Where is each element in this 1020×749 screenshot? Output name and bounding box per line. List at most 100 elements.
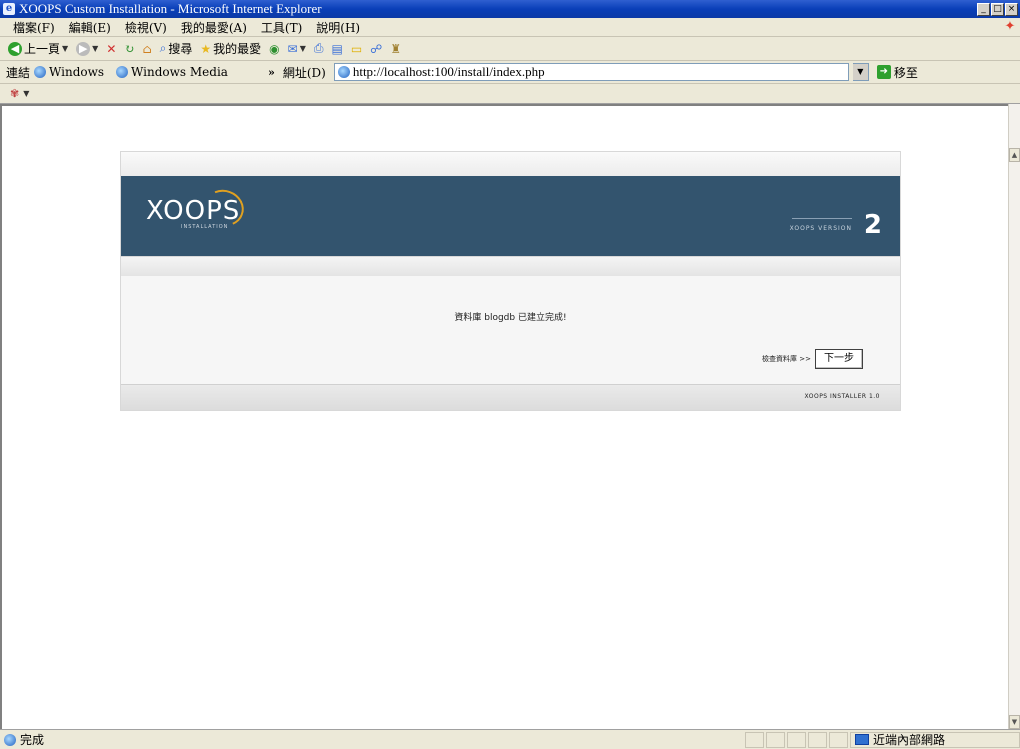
discuss-icon: ▭ [350,41,363,56]
ie-logo-icon: e [3,3,15,15]
print-button[interactable]: ⎙ [312,41,326,56]
maximize-button[interactable]: □ [991,2,1004,16]
done-page-icon [4,733,16,746]
page-viewport: XOOPS INSTALLATION XOOPS VERSION 2 資料庫 b… [0,104,1008,729]
standard-toolbar: ◀ 上一頁 ▼ ▶ ▼ ✕ ↻ ⌂ ⌕ 搜尋 ★ 我的最愛 ◉ ✉ ▼ ⎙ ▤ ▭… [0,37,1020,61]
address-dropdown-icon[interactable]: ▼ [852,63,869,81]
version-label: XOOPS VERSION [789,225,852,232]
close-button[interactable]: × [1005,2,1018,16]
logo-subtitle: INSTALLATION [181,224,229,230]
status-cell [766,731,785,748]
next-button[interactable]: 下一步 [815,349,863,369]
status-cell [745,731,764,748]
refresh-button[interactable]: ↻ [122,42,136,56]
messenger-button[interactable]: ☍ [368,42,384,56]
windows-flag-icon: ✦ [1004,19,1016,34]
plugin-dropdown-icon[interactable]: ▼ [23,89,29,98]
search-icon: ⌕ [159,41,167,55]
status-cell [829,731,848,748]
mail-icon: ✉ [287,41,298,56]
installer-body: 資料庫 blogdb 已建立完成! 檢查資料庫 >> 下一步 [121,276,900,384]
installer-nav-strip [121,256,900,276]
installer-header: XOOPS INSTALLATION XOOPS VERSION 2 [121,176,900,256]
forward-arrow-icon: ▶ [76,41,91,56]
mail-button[interactable]: ✉ ▼ [286,42,308,56]
status-cell [808,731,827,748]
menu-file[interactable]: 檔案(F) [6,19,62,36]
edit-icon: ▤ [331,41,343,56]
ie-page-icon [116,66,129,78]
link-windows-media[interactable]: Windows Media [116,65,228,79]
status-message: 資料庫 blogdb 已建立完成! [454,313,567,323]
links-label: 連結 [6,65,31,80]
forward-dropdown-icon[interactable]: ▼ [92,44,98,53]
intranet-zone-icon [855,734,869,745]
version-line [792,218,852,219]
security-zone-label: 近端內部網路 [873,733,946,747]
search-label: 搜尋 [168,42,193,56]
extra-toolbar: ✾ ▼ [0,84,1020,104]
installer-top-strip [121,152,900,176]
address-label: 網址(D) [282,65,326,80]
address-url: http://localhost:100/install/index.php [352,64,545,79]
installer-version-footer: XOOPS INSTALLER 1.0 [804,393,880,400]
stop-icon: ✕ [106,41,117,56]
home-button[interactable]: ⌂ [140,42,153,56]
address-bar: 連結 Windows Windows Media » 網址(D) http://… [0,61,1020,84]
go-arrow-icon: ➜ [876,65,891,79]
research-icon: ♜ [390,41,402,56]
back-dropdown-icon[interactable]: ▼ [62,44,68,53]
next-step-label: 檢查資料庫 >> [762,355,811,363]
minimize-button[interactable]: _ [977,2,990,16]
mail-dropdown-icon[interactable]: ▼ [300,44,306,53]
link-windows-label: Windows [49,65,105,79]
status-area: 完成 [0,731,743,748]
edit-button[interactable]: ▤ [329,42,344,56]
menu-tools[interactable]: 工具(T) [254,19,309,36]
page-icon [337,66,350,78]
home-icon: ⌂ [142,41,152,56]
search-button[interactable]: ⌕ 搜尋 [158,40,195,57]
media-button[interactable]: ◉ [267,42,281,56]
link-windows[interactable]: Windows [34,65,104,79]
menu-help[interactable]: 說明(H) [309,19,367,36]
menu-favorites[interactable]: 我的最愛(A) [174,19,254,36]
installer-panel: XOOPS INSTALLATION XOOPS VERSION 2 資料庫 b… [121,152,900,410]
menu-bar: 檔案(F) 編輯(E) 檢視(V) 我的最愛(A) 工具(T) 說明(H) ✦ [0,18,1020,37]
address-input[interactable]: http://localhost:100/install/index.php [333,63,849,81]
installer-footer: XOOPS INSTALLER 1.0 [121,384,900,410]
window-title: XOOPS Custom Installation - Microsoft In… [19,1,322,16]
refresh-icon: ↻ [124,41,135,56]
scroll-up-icon[interactable]: ▲ [1009,148,1020,162]
status-text: 完成 [20,733,45,747]
go-label: 移至 [893,65,918,80]
links-chevron[interactable]: » [268,66,275,79]
window-controls: _ □ × [977,2,1018,16]
print-icon: ⎙ [313,41,324,55]
back-button[interactable]: ◀ 上一頁 ▼ [6,40,70,57]
forward-button[interactable]: ▶ ▼ [74,41,100,56]
favorites-label: 我的最愛 [213,42,262,56]
status-cell [787,731,806,748]
media-icon: ◉ [269,41,280,56]
menu-edit[interactable]: 編輯(E) [62,19,118,36]
toolbar-plugin-icon[interactable]: ✾ [10,87,19,100]
link-windows-media-label: Windows Media [131,65,228,79]
go-button[interactable]: ➜ 移至 [876,64,918,81]
security-zone[interactable]: 近端內部網路 [850,731,1020,748]
messenger-icon: ☍ [370,41,383,56]
status-bar: 完成 近端內部網路 [0,729,1020,749]
discuss-button[interactable]: ▭ [349,42,364,56]
stop-button[interactable]: ✕ [104,42,118,56]
menu-view[interactable]: 檢視(V) [118,19,174,36]
next-step-row: 檢查資料庫 >> 下一步 [762,349,863,369]
favorites-button[interactable]: ★ 我的最愛 [198,40,263,57]
star-icon: ★ [200,41,212,56]
scroll-down-icon[interactable]: ▼ [1009,715,1020,729]
ie-page-icon [34,66,47,78]
version-number: 2 [863,210,882,240]
back-label: 上一頁 [24,42,61,56]
research-button[interactable]: ♜ [388,42,403,56]
back-arrow-icon: ◀ [8,41,22,56]
vertical-scrollbar[interactable]: ▲ ▼ [1008,104,1020,729]
